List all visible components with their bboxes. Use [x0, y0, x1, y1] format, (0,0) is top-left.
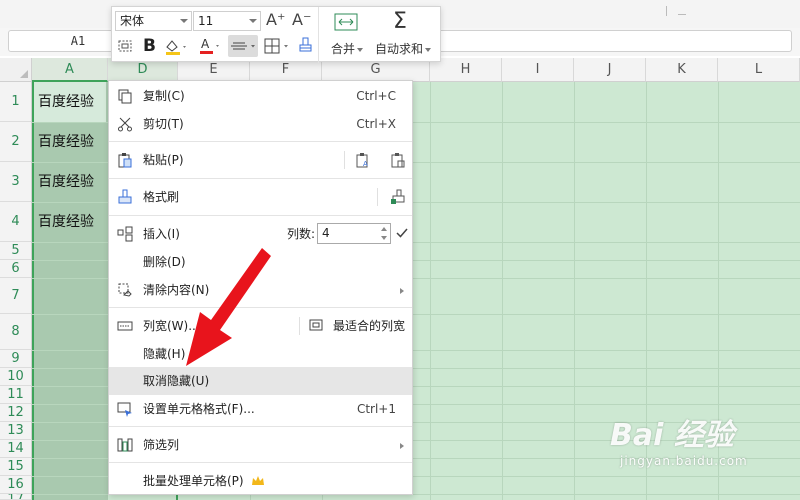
red-arrow-shape — [186, 248, 271, 366]
watermark-logo: Bai 经验 — [610, 418, 734, 453]
watermark-url: jingyan.baidu.com — [620, 454, 748, 468]
